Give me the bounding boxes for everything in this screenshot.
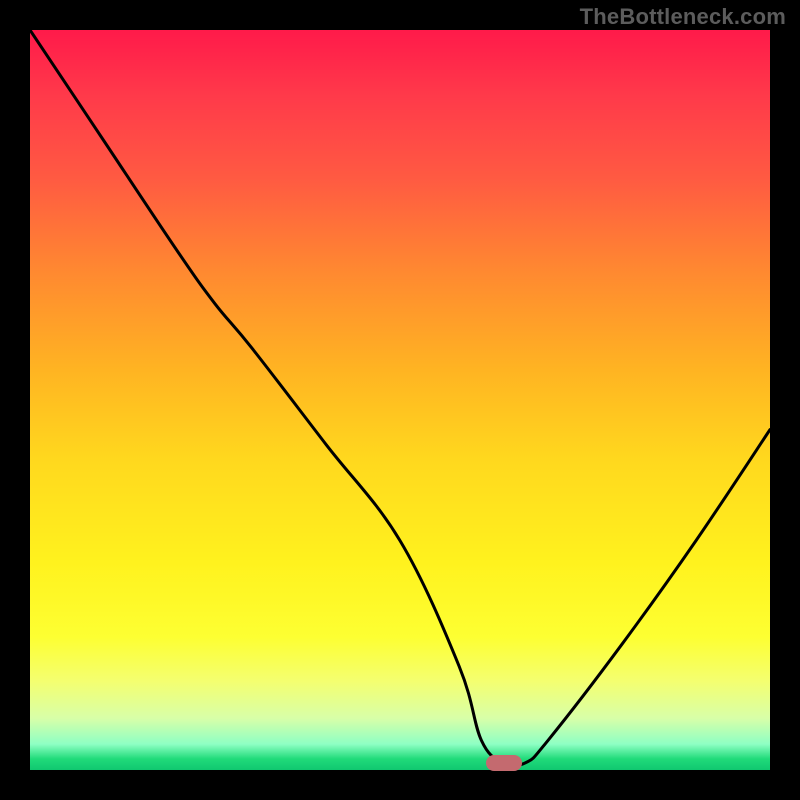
- chart-frame: TheBottleneck.com: [0, 0, 800, 800]
- curve-path: [30, 30, 770, 766]
- attribution-text: TheBottleneck.com: [580, 4, 786, 30]
- plot-area: [30, 30, 770, 770]
- bottleneck-curve: [30, 30, 770, 770]
- optimal-marker: [486, 755, 522, 771]
